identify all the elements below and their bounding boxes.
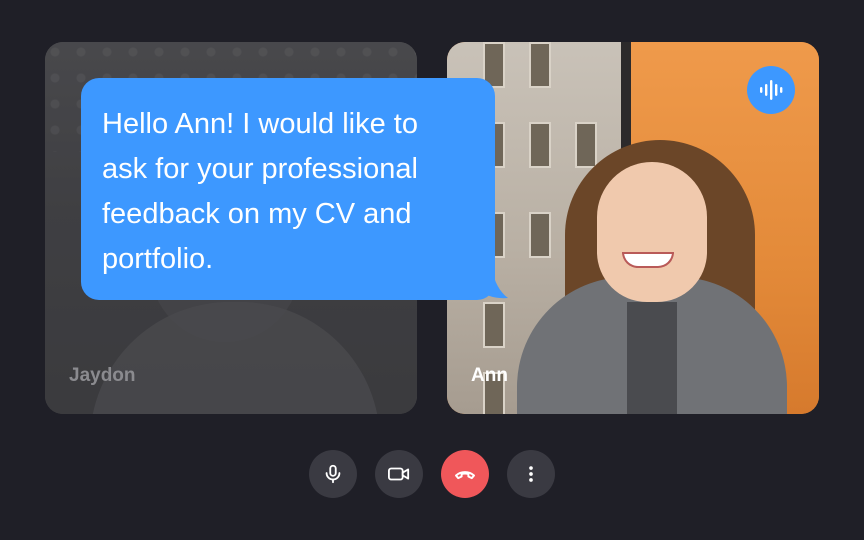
participant-name-jaydon: Jaydon [69,365,136,386]
end-call-button[interactable] [441,450,489,498]
speaking-indicator [747,66,795,114]
message-line: portfolio. [102,243,214,275]
microphone-icon [325,464,341,484]
audio-wave-icon [760,80,783,100]
mute-button[interactable] [309,450,357,498]
more-vertical-icon [529,466,533,482]
bubble-tail [478,268,508,299]
participant-tile-ann[interactable]: Ann [447,42,819,414]
video-camera-icon [387,467,410,481]
message-line: ask for your professional [102,153,418,185]
participant-name-ann: Ann [471,365,508,386]
more-options-button[interactable] [507,450,555,498]
call-controls [309,450,555,498]
camera-button[interactable] [375,450,423,498]
phone-hangup-icon [455,471,475,480]
chat-message-bubble: Hello Ann! I would like to ask for your … [81,78,495,300]
message-line: feedback on my CV and [102,198,412,230]
video-call-stage: Jaydon Ann Hello Ann! I would like to as… [0,0,864,540]
message-line: Hello Ann! I would like to [102,108,418,140]
